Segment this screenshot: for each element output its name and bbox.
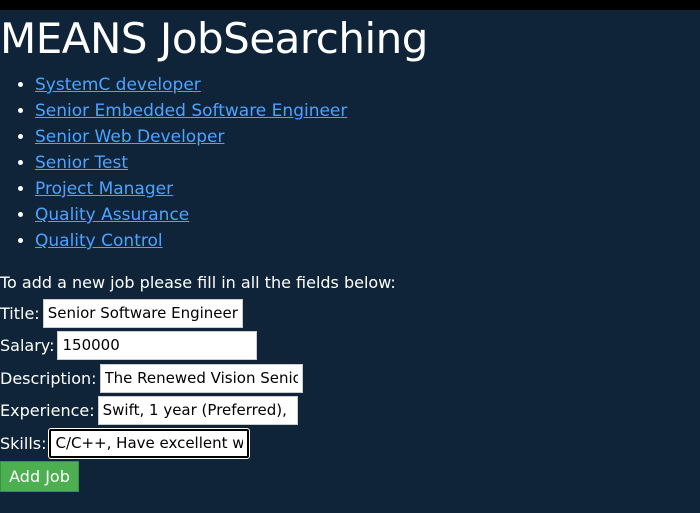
list-item: Project Manager [35, 176, 347, 202]
job-link-project-manager[interactable]: Project Manager [35, 179, 173, 199]
list-item: Senior Web Developer [35, 124, 347, 150]
title-label: Title: [0, 303, 40, 323]
list-item: SystemC developer [35, 72, 347, 98]
job-link-quality-control[interactable]: Quality Control [35, 231, 163, 251]
add-job-button[interactable]: Add Job [0, 461, 79, 492]
skills-input[interactable] [49, 428, 250, 458]
skills-label: Skills: [0, 433, 47, 453]
list-item: Senior Embedded Software Engineer [35, 98, 347, 124]
description-row: Description: [0, 363, 303, 393]
salary-row: Salary: [0, 330, 258, 360]
list-item: Quality Assurance [35, 202, 347, 228]
description-label: Description: [0, 368, 97, 388]
window-top-bar [0, 0, 700, 10]
job-link-systemc-developer[interactable]: SystemC developer [35, 75, 201, 95]
list-item: Senior Test [35, 150, 347, 176]
experience-label: Experience: [0, 400, 95, 420]
form-instructions: To add a new job please fill in all the … [0, 273, 396, 292]
salary-label: Salary: [0, 335, 55, 355]
skills-row: Skills: [0, 428, 250, 458]
description-input[interactable] [99, 363, 303, 393]
job-list: SystemC developer Senior Embedded Softwa… [0, 72, 347, 254]
title-row: Title: [0, 298, 243, 328]
title-input[interactable] [42, 298, 243, 328]
experience-input[interactable] [97, 395, 298, 425]
list-item: Quality Control [35, 228, 347, 254]
job-link-senior-test[interactable]: Senior Test [35, 153, 128, 173]
job-link-senior-web-developer[interactable]: Senior Web Developer [35, 127, 224, 147]
page: MEANS JobSearching SystemC developer Sen… [0, 10, 700, 513]
job-link-quality-assurance[interactable]: Quality Assurance [35, 205, 189, 225]
salary-input[interactable] [57, 330, 258, 360]
experience-row: Experience: [0, 395, 298, 425]
job-link-senior-embedded-software-engineer[interactable]: Senior Embedded Software Engineer [35, 101, 347, 121]
page-title: MEANS JobSearching [0, 14, 428, 63]
